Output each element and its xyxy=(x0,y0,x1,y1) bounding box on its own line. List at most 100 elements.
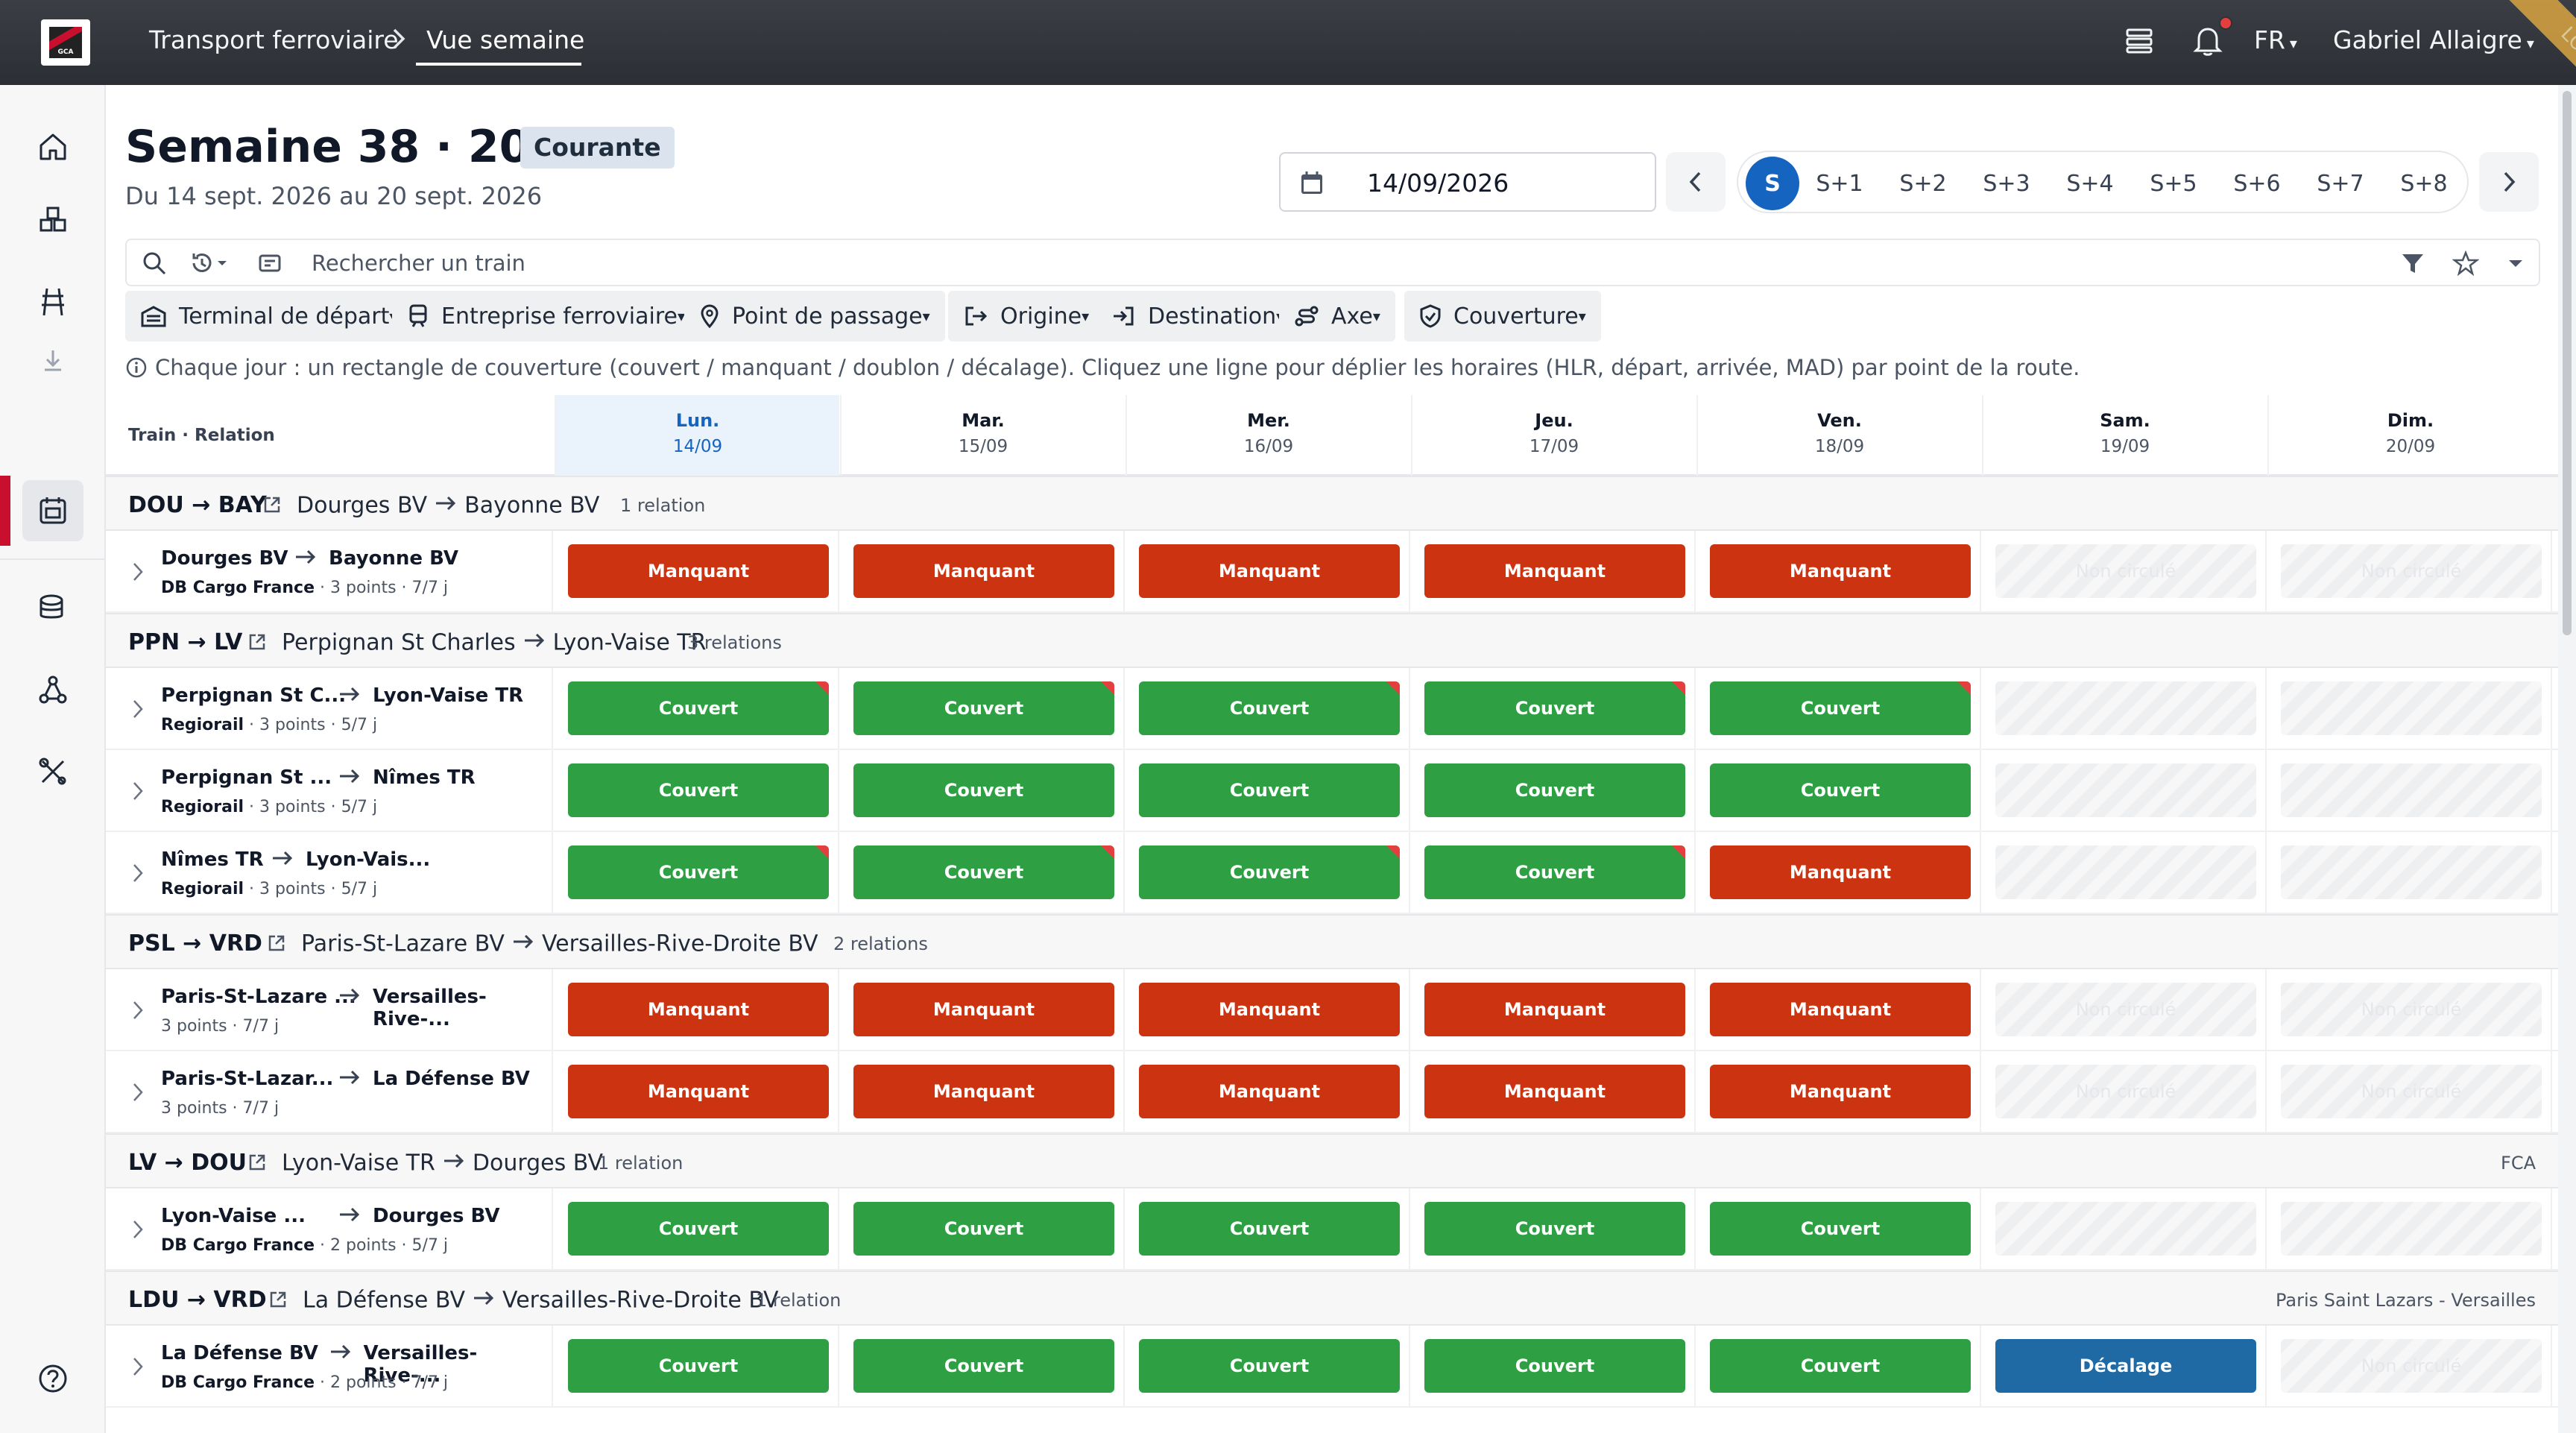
week-option[interactable]: S+2 xyxy=(1886,161,1960,206)
week-option[interactable]: S+8 xyxy=(2387,161,2461,206)
coverage-cell[interactable]: Couvert xyxy=(1710,681,1971,735)
coverage-cell[interactable]: Couvert xyxy=(1424,1202,1685,1256)
prev-week-button[interactable] xyxy=(1666,152,1726,212)
sidebar-item-database[interactable] xyxy=(22,577,83,638)
chevron-right-icon[interactable] xyxy=(131,1081,145,1106)
row-relation-cell[interactable]: Nîmes TR Lyon-Vais... Regiorail · 3 points… xyxy=(106,832,553,914)
history-icon[interactable] xyxy=(189,251,228,276)
group-header[interactable]: LDU → VRD La Défense BV Versailles-Rive-Dr… xyxy=(106,1270,2558,1326)
sidebar-item-packages[interactable] xyxy=(22,189,83,251)
coverage-cell[interactable]: Couvert xyxy=(1424,681,1685,735)
coverage-cell[interactable]: Manquant xyxy=(853,1065,1114,1118)
language-select[interactable]: FR ▾ xyxy=(2254,25,2297,54)
external-link-icon[interactable] xyxy=(268,1290,288,1312)
coverage-cell[interactable]: Couvert xyxy=(1710,1339,1971,1393)
coverage-cell[interactable]: Manquant xyxy=(1424,983,1685,1036)
filter-icon[interactable] xyxy=(2400,251,2425,276)
table-row[interactable]: Paris-St-Lazar... La Défense BV 3 points ·… xyxy=(106,1051,2558,1133)
coverage-cell[interactable]: Manquant xyxy=(1139,983,1400,1036)
sidebar-item-help[interactable] xyxy=(22,1348,83,1409)
filter-couverture[interactable]: Couverture ▾ xyxy=(1404,291,1601,341)
coverage-cell[interactable]: Couvert xyxy=(1710,1202,1971,1256)
scrollbar[interactable] xyxy=(2558,85,2576,1433)
chevron-right-icon[interactable] xyxy=(131,698,145,723)
coverage-cell[interactable]: Couvert xyxy=(853,845,1114,899)
week-option[interactable]: S+6 xyxy=(2220,161,2294,206)
filter-destination[interactable]: Destination▾ xyxy=(1096,291,1299,341)
coverage-cell[interactable]: Couvert xyxy=(1424,1339,1685,1393)
search-input[interactable]: Rechercher un train xyxy=(312,251,525,276)
coverage-cell[interactable]: Couvert xyxy=(1139,763,1400,817)
coverage-cell[interactable]: Couvert xyxy=(568,845,829,899)
week-option[interactable]: S xyxy=(1746,157,1799,210)
filter-entreprise[interactable]: Entreprise ferroviaire ▾ xyxy=(392,291,701,341)
week-option[interactable]: S+7 xyxy=(2303,161,2378,206)
group-header[interactable]: PSL → VRD Paris-St-Lazare BV Versailles-Ri… xyxy=(106,914,2558,969)
edit-list-icon[interactable] xyxy=(258,251,283,276)
sidebar-item-tools[interactable] xyxy=(22,741,83,802)
breadcrumb-transport[interactable]: Transport ferroviaire xyxy=(149,25,399,54)
table-row[interactable]: Paris-St-Lazare ... Versailles-Rive-... 3 … xyxy=(106,969,2558,1051)
coverage-cell[interactable]: Manquant xyxy=(568,1065,829,1118)
sidebar-item-rails[interactable] xyxy=(22,271,83,333)
filter-origine[interactable]: Origine ▾ xyxy=(948,291,1105,341)
coverage-cell[interactable]: Manquant xyxy=(853,544,1114,598)
coverage-cell[interactable]: Manquant xyxy=(1424,1065,1685,1118)
week-option[interactable]: S+4 xyxy=(2053,161,2127,206)
coverage-cell[interactable]: Couvert xyxy=(1710,763,1971,817)
filter-point-passage[interactable]: Point de passage ▾ xyxy=(684,291,945,341)
sidebar-item-home[interactable] xyxy=(22,116,83,177)
coverage-cell[interactable]: Couvert xyxy=(853,1202,1114,1256)
search-bar[interactable]: Rechercher un train xyxy=(125,239,2540,286)
filter-axe[interactable]: Axe ▾ xyxy=(1279,291,1395,341)
coverage-cell[interactable]: Couvert xyxy=(568,763,829,817)
sidebar-item-network[interactable] xyxy=(22,659,83,720)
next-week-button[interactable] xyxy=(2479,152,2539,212)
external-link-icon[interactable] xyxy=(262,495,282,517)
external-link-icon[interactable] xyxy=(267,933,286,956)
coverage-cell[interactable]: Manquant xyxy=(1710,845,1971,899)
coverage-cell[interactable]: Manquant xyxy=(1139,544,1400,598)
week-option[interactable]: S+1 xyxy=(1802,161,1877,206)
coverage-cell[interactable]: Couvert xyxy=(1424,763,1685,817)
table-row[interactable]: Perpignan St C... Lyon-Vaise TR Regiorail … xyxy=(106,668,2558,750)
date-picker[interactable]: 14/09/2026 xyxy=(1279,152,1656,212)
external-link-icon[interactable] xyxy=(247,632,267,655)
coverage-cell[interactable]: Couvert xyxy=(1139,681,1400,735)
week-option[interactable]: S+5 xyxy=(2136,161,2211,206)
chevron-right-icon[interactable] xyxy=(131,561,145,586)
row-relation-cell[interactable]: Dourges BV Bayonne BV DB Cargo France · 3 … xyxy=(106,531,553,613)
coverage-cell[interactable]: Couvert xyxy=(1139,845,1400,899)
coverage-cell[interactable]: Couvert xyxy=(568,1202,829,1256)
coverage-cell[interactable]: Manquant xyxy=(1710,983,1971,1036)
chevron-right-icon[interactable] xyxy=(131,999,145,1024)
coverage-cell[interactable]: Manquant xyxy=(1710,544,1971,598)
table-row[interactable]: Perpignan St ... Nîmes TR Regiorail · 3 po… xyxy=(106,750,2558,832)
coverage-cell[interactable]: Manquant xyxy=(1139,1065,1400,1118)
coverage-cell[interactable]: Manquant xyxy=(1710,1065,1971,1118)
chevron-right-icon[interactable] xyxy=(131,1218,145,1244)
chevron-right-icon[interactable] xyxy=(131,780,145,805)
coverage-cell[interactable]: Couvert xyxy=(1139,1339,1400,1393)
table-row[interactable]: Dourges BV Bayonne BV DB Cargo France · 3 … xyxy=(106,531,2558,613)
filter-terminal-depart[interactable]: Terminal de départ▾ xyxy=(125,291,412,341)
coverage-cell[interactable]: Manquant xyxy=(853,983,1114,1036)
coverage-cell[interactable]: Couvert xyxy=(1139,1202,1400,1256)
group-header[interactable]: LV → DOU Lyon-Vaise TR Dourges BV 1 relatio… xyxy=(106,1133,2558,1188)
scrollbar-thumb[interactable] xyxy=(2563,91,2572,635)
star-icon[interactable] xyxy=(2452,251,2479,276)
row-relation-cell[interactable]: Perpignan St ... Nîmes TR Regiorail · 3 po… xyxy=(106,750,553,832)
coverage-cell[interactable]: Manquant xyxy=(1424,544,1685,598)
coverage-cell[interactable]: Couvert xyxy=(853,763,1114,817)
coverage-cell[interactable]: Manquant xyxy=(568,983,829,1036)
coverage-cell[interactable]: Couvert xyxy=(568,1339,829,1393)
row-relation-cell[interactable]: Perpignan St C... Lyon-Vaise TR Regiorail … xyxy=(106,668,553,750)
coverage-cell[interactable]: Couvert xyxy=(853,681,1114,735)
table-row[interactable]: La Défense BV Versailles-Rive-... DB Cargo… xyxy=(106,1326,2558,1408)
app-logo[interactable]: GCA xyxy=(41,19,90,66)
coverage-cell[interactable]: Couvert xyxy=(568,681,829,735)
row-relation-cell[interactable]: Paris-St-Lazar... La Défense BV 3 points ·… xyxy=(106,1051,553,1133)
chevron-right-icon[interactable] xyxy=(131,1355,145,1381)
sidebar-item-import[interactable] xyxy=(22,341,83,379)
coverage-cell[interactable]: Couvert xyxy=(1424,845,1685,899)
